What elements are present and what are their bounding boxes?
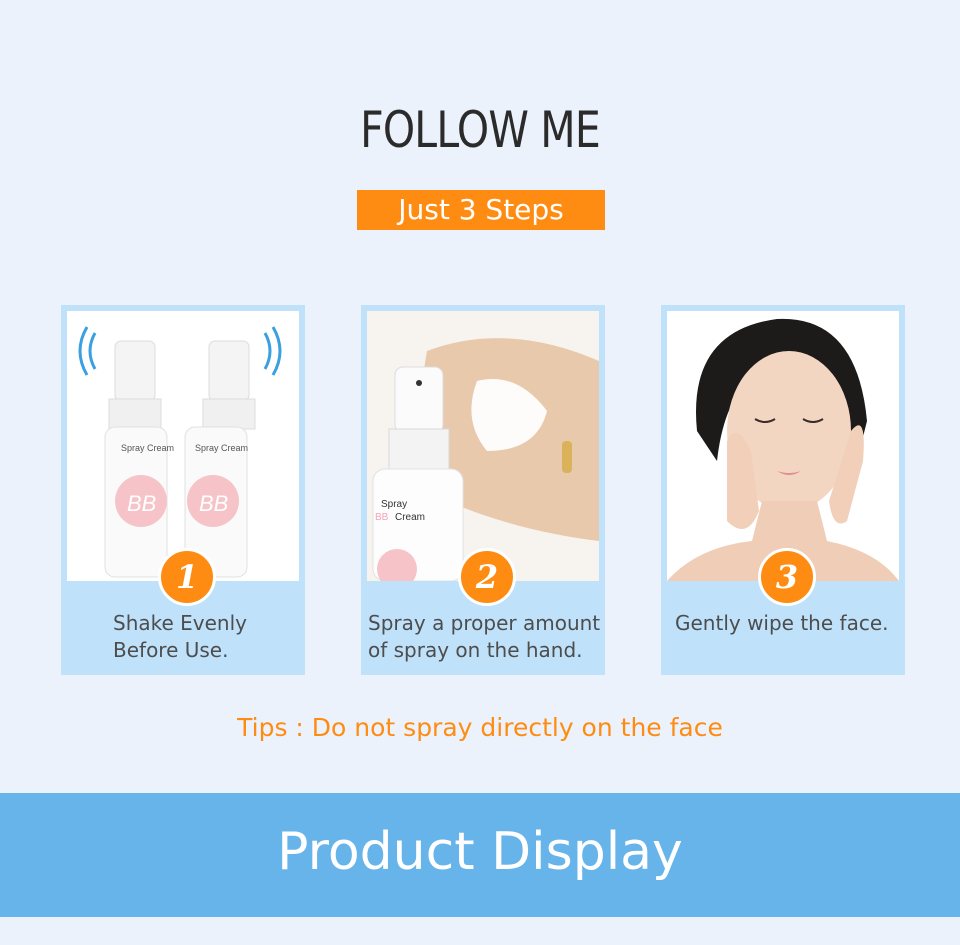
- step-number-badge: 2: [458, 548, 516, 606]
- step-card-3: 3 Gently wipe the face.: [661, 305, 905, 675]
- svg-text:Spray: Spray: [381, 499, 407, 510]
- page-title: FOLLOW ME: [360, 101, 601, 159]
- step-2-photo: Spray Cream BB: [367, 311, 599, 581]
- spray-on-hand-image: Spray Cream BB: [367, 311, 599, 581]
- product-display-banner: Product Display: [0, 793, 960, 917]
- svg-text:Spray Cream: Spray Cream: [195, 443, 248, 453]
- svg-text:Cream: Cream: [395, 512, 425, 523]
- step-3-photo: [667, 311, 899, 581]
- step-caption: Gently wipe the face.: [675, 610, 905, 637]
- steps-badge: Just 3 Steps: [357, 190, 605, 230]
- step-caption: Shake Evenly Before Use.: [113, 610, 303, 664]
- svg-text:Spray Cream: Spray Cream: [121, 443, 174, 453]
- woman-wiping-face-image: [667, 311, 899, 581]
- svg-text:BB: BB: [199, 491, 228, 516]
- step-number-badge: 3: [758, 548, 816, 606]
- caption-line: Gently wipe the face.: [675, 611, 889, 635]
- shaking-bottles-image: Spray Cream BB Spray Cream BB: [78, 326, 282, 578]
- tips-text: Tips : Do not spray directly on the face: [237, 713, 723, 742]
- step-number-badge: 1: [158, 548, 216, 606]
- caption-line: Shake Evenly: [113, 611, 248, 635]
- caption-line: of spray on the hand.: [368, 638, 583, 662]
- step-card-2: Spray Cream BB 2 Spray a proper amount o…: [361, 305, 605, 675]
- svg-text:BB: BB: [127, 491, 156, 516]
- step-1-photo: Spray Cream BB Spray Cream BB: [67, 311, 299, 581]
- step-caption: Spray a proper amount of spray on the ha…: [368, 610, 605, 664]
- svg-text:BB: BB: [375, 512, 389, 523]
- caption-line: Before Use.: [113, 638, 229, 662]
- caption-line: Spray a proper amount: [368, 611, 601, 635]
- banner-title: Product Display: [277, 822, 683, 882]
- step-card-1: Spray Cream BB Spray Cream BB 1 Shake Ev…: [61, 305, 305, 675]
